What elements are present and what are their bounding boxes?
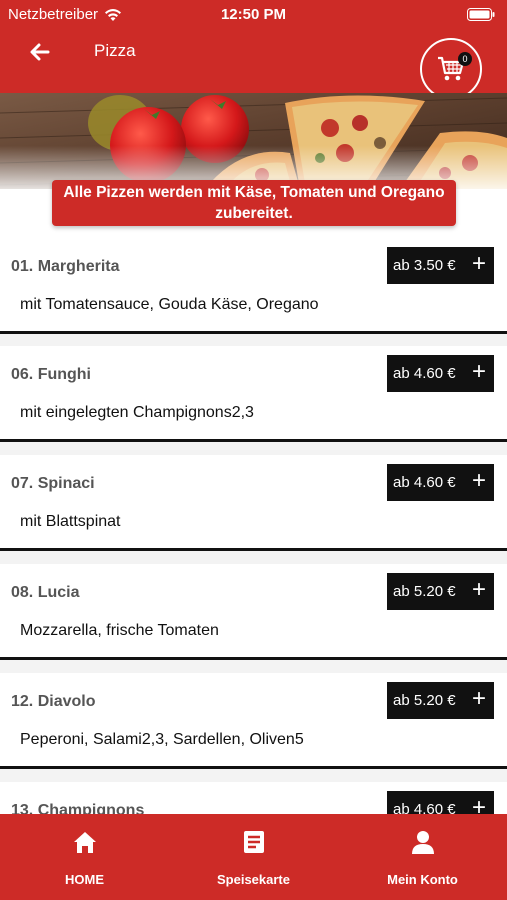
battery-icon xyxy=(467,8,495,21)
plus-icon: + xyxy=(471,357,486,385)
status-time: 12:50 PM xyxy=(220,6,287,23)
nav-label: HOME xyxy=(65,872,104,887)
price-label: ab 4.60 € xyxy=(393,365,456,382)
item-description: mit eingelegten Champignons2,3 xyxy=(20,404,254,421)
add-to-cart-button[interactable]: ab 5.20 € + xyxy=(387,682,494,719)
menu-item[interactable]: 13. Champignons ab 4.60 € + xyxy=(0,782,507,814)
bottom-navigation: HOME Speisekarte Mein Konto xyxy=(0,814,507,900)
item-description: mit Blattspinat xyxy=(20,513,121,530)
item-description: Peperoni, Salami2,3, Sardellen, Oliven5 xyxy=(20,731,304,748)
plus-icon: + xyxy=(471,793,486,814)
menu-item[interactable]: 06. Funghi mit eingelegten Champignons2,… xyxy=(0,346,507,442)
app-header: Netzbetreiber 12:50 PM Pizza 0 xyxy=(0,0,507,100)
hero-image xyxy=(0,93,507,189)
price-label: ab 4.60 € xyxy=(393,474,456,491)
menu-item[interactable]: 07. Spinaci mit Blattspinat ab 4.60 € + xyxy=(0,455,507,551)
item-name: 12. Diavolo xyxy=(11,693,96,710)
home-icon xyxy=(73,832,96,853)
price-label: ab 5.20 € xyxy=(393,583,456,600)
add-to-cart-button[interactable]: ab 4.60 € + xyxy=(387,355,494,392)
nav-item-home[interactable]: HOME xyxy=(0,814,169,900)
plus-icon: + xyxy=(471,575,486,603)
menu-card-icon xyxy=(243,831,264,853)
nav-label: Speisekarte xyxy=(217,872,290,887)
plus-icon: + xyxy=(471,249,486,277)
nav-item-speisekarte[interactable]: Speisekarte xyxy=(169,814,338,900)
info-banner: Alle Pizzen werden mit Käse, Tomaten und… xyxy=(52,180,456,226)
add-to-cart-button[interactable]: ab 3.50 € + xyxy=(387,247,494,284)
item-name: 06. Funghi xyxy=(11,366,91,383)
price-label: ab 3.50 € xyxy=(393,257,456,274)
user-icon xyxy=(411,831,434,854)
price-label: ab 4.60 € xyxy=(393,801,456,814)
menu-item[interactable]: 12. Diavolo Peperoni, Salami2,3, Sardell… xyxy=(0,673,507,769)
item-name: 13. Champignons xyxy=(11,802,145,814)
item-name: 01. Margherita xyxy=(11,258,120,275)
nav-item-mein-konto[interactable]: Mein Konto xyxy=(338,814,507,900)
cart-button[interactable]: 0 xyxy=(420,38,482,100)
item-name: 07. Spinaci xyxy=(11,475,95,492)
pizza-hero-illustration xyxy=(0,93,507,189)
plus-icon: + xyxy=(471,684,486,712)
menu-list[interactable]: 01. Margherita mit Tomatensauce, Gouda K… xyxy=(0,238,507,814)
cart-count-badge: 0 xyxy=(458,52,472,66)
add-to-cart-button[interactable]: ab 5.20 € + xyxy=(387,573,494,610)
menu-item[interactable]: 01. Margherita mit Tomatensauce, Gouda K… xyxy=(0,238,507,334)
item-name: 08. Lucia xyxy=(11,584,80,601)
item-description: Mozzarella, frische Tomaten xyxy=(20,622,219,639)
add-to-cart-button[interactable]: ab 4.60 € + xyxy=(387,464,494,501)
plus-icon: + xyxy=(471,466,486,494)
back-arrow-icon[interactable] xyxy=(26,38,54,66)
page-title: Pizza xyxy=(94,41,136,60)
price-label: ab 5.20 € xyxy=(393,692,456,709)
item-description: mit Tomatensauce, Gouda Käse, Oregano xyxy=(20,296,319,313)
add-to-cart-button[interactable]: ab 4.60 € + xyxy=(387,791,494,814)
status-bar: Netzbetreiber 12:50 PM xyxy=(0,0,507,28)
nav-label: Mein Konto xyxy=(387,872,458,887)
menu-item[interactable]: 08. Lucia Mozzarella, frische Tomaten ab… xyxy=(0,564,507,660)
